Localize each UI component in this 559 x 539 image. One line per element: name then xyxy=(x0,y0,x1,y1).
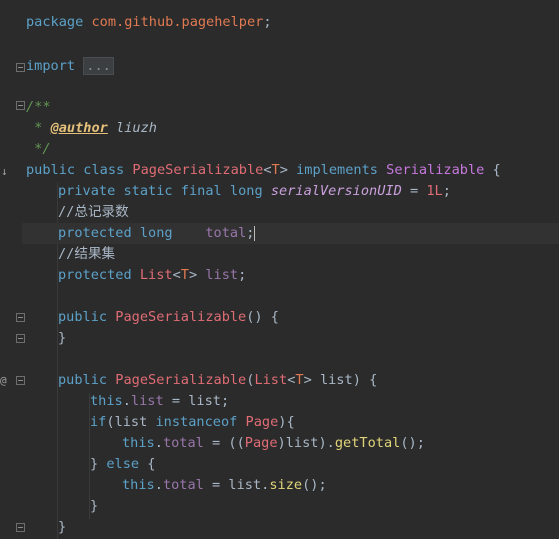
assign-list: this.list = list; xyxy=(90,393,230,409)
param-list-ref: list xyxy=(114,414,148,430)
field-list-ref: list xyxy=(130,393,164,409)
param-type-list: List xyxy=(254,372,288,388)
kw-else: else xyxy=(106,456,140,472)
ctor-empty-close: } xyxy=(58,330,67,346)
ctor-params: () { xyxy=(246,309,279,325)
field-serial: private static final long serialVersionU… xyxy=(58,181,451,202)
semicolon: ; xyxy=(221,393,230,409)
if-instanceof: if(list instanceof Page){ xyxy=(90,414,295,430)
field-list: protected List<T> list; xyxy=(58,265,246,286)
method-gettotal: getTotal xyxy=(334,435,401,451)
eq: = xyxy=(203,477,229,493)
javadoc-author-line: * @author liuzh xyxy=(26,118,157,139)
type-param: T xyxy=(295,372,304,388)
implemented-arrow-icon[interactable]: ↓ xyxy=(1,165,8,178)
lt: < xyxy=(263,162,272,178)
kw-implements: implements xyxy=(296,162,378,178)
javadoc-author-name: liuzh xyxy=(107,120,157,136)
kw-long: long xyxy=(229,183,263,199)
type-page: Page xyxy=(244,435,278,451)
fold-ctor2-icon[interactable] xyxy=(16,376,25,385)
fold-ctor1-icon[interactable] xyxy=(16,313,25,322)
kw-public: public xyxy=(26,162,76,178)
semicolon: ; xyxy=(246,225,255,241)
field-total-ref: total xyxy=(162,435,204,451)
method-size: size xyxy=(269,477,303,493)
param-list-ref: list xyxy=(188,393,221,409)
field-total-current-line: protected long total; xyxy=(22,223,559,244)
serial-value: 1L xyxy=(426,183,443,199)
type-list: List xyxy=(139,267,173,283)
text-caret xyxy=(254,225,256,241)
type-page: Page xyxy=(245,414,279,430)
annotation-at-icon[interactable]: @ xyxy=(0,374,7,387)
fold-javadoc-icon[interactable] xyxy=(16,101,25,110)
kw-final: final xyxy=(180,183,222,199)
editor-gutter: ↓ @ xyxy=(0,0,25,539)
kw-this: this xyxy=(122,477,155,493)
ctor-list-close: } xyxy=(58,519,67,535)
field-list-name: list xyxy=(205,267,239,283)
field-total-ref: total xyxy=(162,477,204,493)
assign-total-gettotal: this.total = ((Page)list).getTotal(); xyxy=(122,435,425,451)
assign-total-size: this.total = list.size(); xyxy=(122,477,327,493)
kw-static: static xyxy=(123,183,173,199)
kw-import: import xyxy=(26,58,76,74)
fold-ctor1-end-icon[interactable] xyxy=(16,334,25,343)
semicolon: ; xyxy=(238,267,247,283)
lt: < xyxy=(172,267,181,283)
kw-class: class xyxy=(83,162,125,178)
serial-field: serialVersionUID xyxy=(270,183,402,199)
field-total: total xyxy=(205,225,247,241)
javadoc-author-tag: @author xyxy=(50,120,108,136)
fold-import-icon[interactable] xyxy=(16,63,25,72)
kw-private: private xyxy=(58,183,116,199)
kw-public: public xyxy=(58,372,108,388)
semicolon: ; xyxy=(442,183,451,199)
kw-if: if xyxy=(90,414,107,430)
type-param: T xyxy=(271,162,280,178)
eq: = xyxy=(401,183,427,199)
brace: { xyxy=(369,372,378,388)
code-editor[interactable]: package com.github.pagehelper; import ..… xyxy=(22,0,559,539)
kw-protected: protected xyxy=(58,225,132,241)
gt: > xyxy=(188,267,198,283)
type-param: T xyxy=(180,267,189,283)
gt: > xyxy=(303,372,312,388)
param-list-ref: list xyxy=(285,435,319,451)
kw-instanceof: instanceof xyxy=(155,414,238,430)
else-line: } else { xyxy=(90,456,156,472)
eq: = xyxy=(203,435,229,451)
javadoc-open: /** xyxy=(26,99,51,115)
ctor-name: PageSerializable xyxy=(115,309,247,325)
code-line-1: package com.github.pagehelper; xyxy=(26,12,272,33)
ctor-name: PageSerializable xyxy=(115,372,247,388)
package-name: com.github.pagehelper xyxy=(91,14,264,30)
comment-list: //结果集 xyxy=(58,246,116,262)
kw-public: public xyxy=(58,309,108,325)
class-declaration: public class PageSerializable<T> impleme… xyxy=(26,160,501,181)
param-list: list xyxy=(319,372,353,388)
if-close: } xyxy=(90,498,99,514)
eq: = xyxy=(163,393,189,409)
kw-this: this xyxy=(90,393,123,409)
javadoc-star: * xyxy=(26,120,51,136)
class-name: PageSerializable xyxy=(132,162,264,178)
semicolon: ; xyxy=(263,14,272,30)
comment-total: //总记录数 xyxy=(58,204,129,220)
javadoc-close: */ xyxy=(26,141,51,157)
ctor-empty: public PageSerializable() { xyxy=(58,307,279,328)
kw-protected: protected xyxy=(58,267,132,283)
param-list-ref: list xyxy=(228,477,262,493)
kw-this: this xyxy=(122,435,155,451)
ctor-list: public PageSerializable(List<T> list) { xyxy=(58,372,378,388)
brace: { xyxy=(492,162,501,178)
kw-long: long xyxy=(139,225,173,241)
fold-ctor2-end-icon[interactable] xyxy=(16,523,25,532)
kw-package: package xyxy=(26,14,84,30)
gt: > xyxy=(279,162,288,178)
code-line-import: import ... xyxy=(26,56,114,77)
import-fold-placeholder[interactable]: ... xyxy=(83,57,114,75)
interface-serializable: Serializable xyxy=(386,162,485,178)
